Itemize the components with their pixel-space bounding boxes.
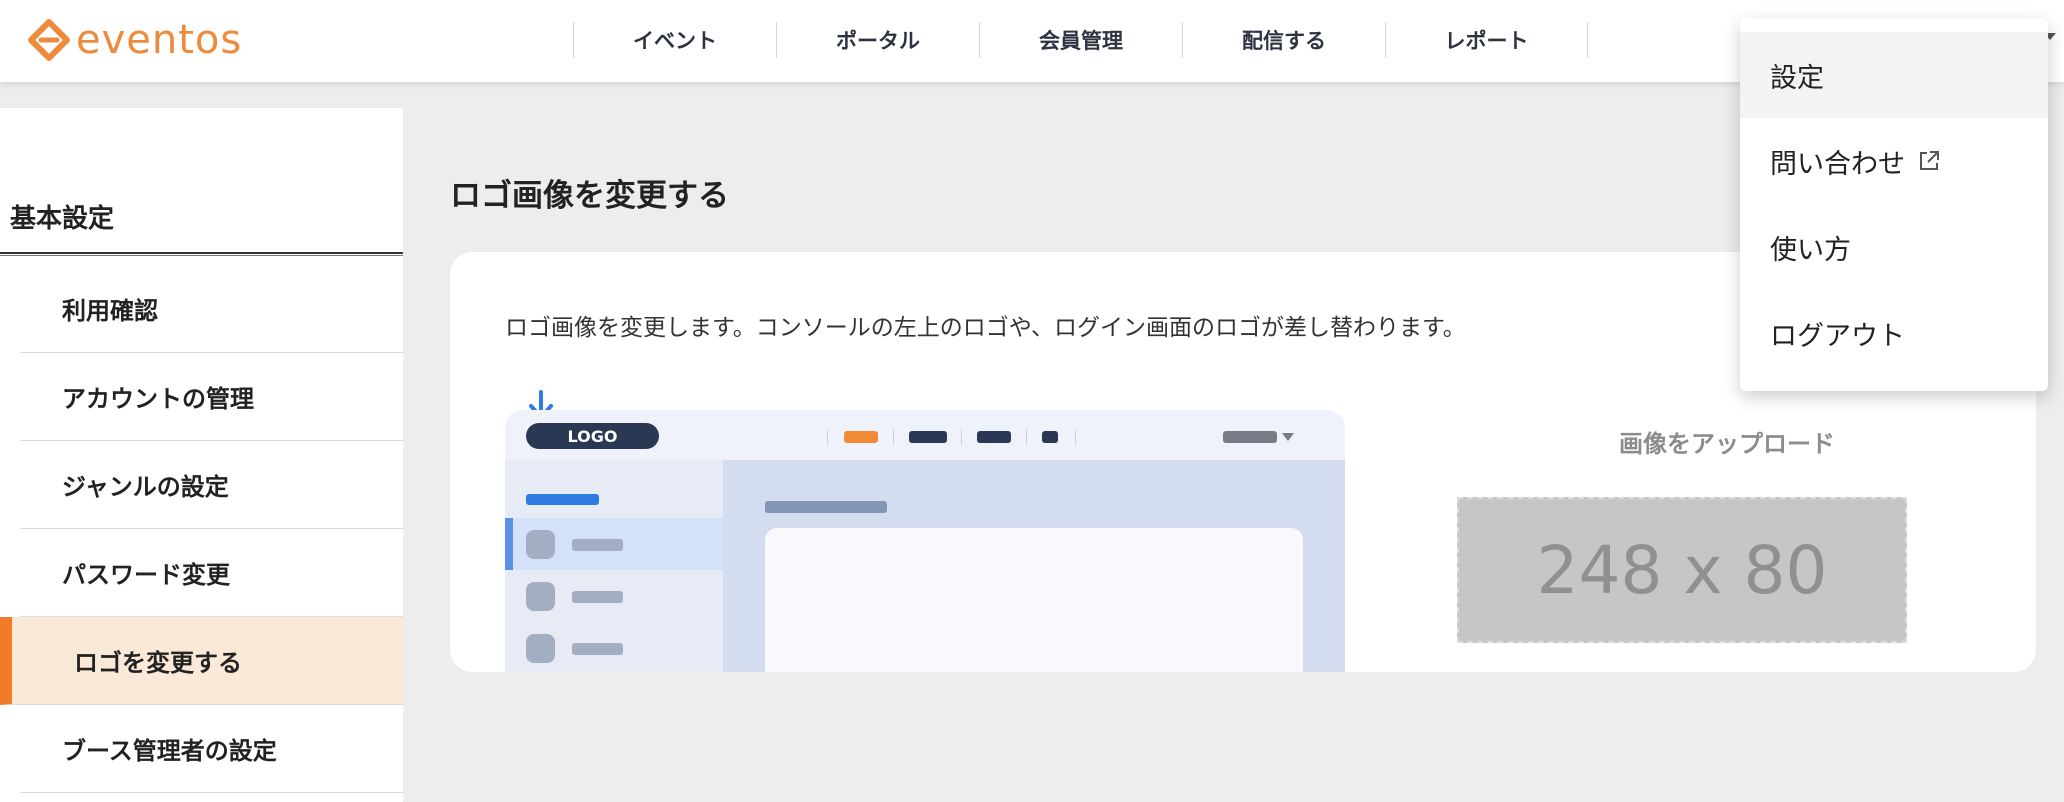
user-dropdown-menu: 設定 問い合わせ 使い方 ログアウト: [1740, 18, 2048, 391]
preview-divider: [1026, 429, 1027, 445]
preview-divider: [961, 429, 962, 445]
preview-sidebar-icon: [526, 530, 555, 559]
menu-item-logout[interactable]: ログアウト: [1740, 290, 2048, 376]
logo-description: ロゴ画像を変更します。コンソールの左上のロゴや、ログイン画面のロゴが差し替わりま…: [505, 315, 1466, 341]
preview-divider: [893, 429, 894, 445]
nav-item-broadcast[interactable]: 配信する: [1182, 22, 1385, 58]
sidebar-item-booth-admin[interactable]: ブース管理者の設定: [20, 705, 403, 793]
preview-caret-icon: [1282, 433, 1294, 441]
logo-upload-dropzone[interactable]: 248 x 80: [1457, 497, 1907, 643]
preview-content: [723, 460, 1345, 672]
menu-item-contact[interactable]: 問い合わせ: [1740, 118, 2048, 204]
external-link-icon: [1917, 149, 1941, 173]
preview-sidebar-text: [572, 539, 623, 551]
settings-sidebar: 基本設定 利用確認 アカウントの管理 ジャンルの設定 パスワード変更 ロゴを変更…: [0, 108, 403, 802]
menu-item-settings[interactable]: 設定: [1740, 32, 2048, 118]
preview-content-heading: [765, 501, 887, 513]
upload-label: 画像をアップロード: [1619, 430, 1835, 458]
sidebar-item-logo[interactable]: ロゴを変更する: [0, 617, 403, 705]
menu-item-label: 設定: [1770, 62, 1824, 94]
sidebar-item-genre[interactable]: ジャンルの設定: [20, 441, 403, 529]
menu-item-how-to-use[interactable]: 使い方: [1740, 204, 2048, 290]
sidebar-item-password[interactable]: パスワード変更: [20, 529, 403, 617]
preview-sidebar-text: [572, 643, 623, 655]
nav-item-report[interactable]: レポート: [1385, 22, 1588, 58]
preview-sidebar-text: [572, 591, 623, 603]
sidebar-title: 基本設定: [10, 204, 115, 234]
preview-user-bar: [1223, 431, 1277, 443]
preview-nav-bar: [909, 431, 947, 443]
menu-item-label: ログアウト: [1770, 320, 1905, 352]
preview-divider: [1075, 429, 1076, 445]
preview-divider: [827, 429, 828, 445]
preview-sidebar-icon: [526, 634, 555, 663]
menu-item-label: 使い方: [1770, 234, 1851, 266]
preview-logo-pill: LOGO: [526, 423, 659, 449]
preview-nav-bar: [977, 431, 1011, 443]
nav-item-events[interactable]: イベント: [573, 22, 776, 58]
preview-sidebar-icon: [526, 582, 555, 611]
preview-sidebar-heading: [526, 494, 599, 505]
nav-item-portal[interactable]: ポータル: [776, 22, 979, 58]
nav-item-members[interactable]: 会員管理: [979, 22, 1182, 58]
eventos-logo-icon: [28, 19, 70, 61]
preview-content-panel: [765, 528, 1303, 672]
sidebar-item-usage[interactable]: 利用確認: [20, 265, 403, 353]
sidebar-item-account[interactable]: アカウントの管理: [20, 353, 403, 441]
main-nav: イベント ポータル 会員管理 配信する レポート: [573, 22, 1588, 58]
console-preview-illustration: LOGO: [505, 410, 1345, 672]
preview-nav-bar: [1042, 431, 1058, 443]
brand-name: eventos: [76, 17, 243, 63]
page-title: ロゴ画像を変更する: [450, 178, 729, 214]
menu-item-label: 問い合わせ: [1770, 148, 1905, 180]
brand-logo[interactable]: eventos: [28, 16, 242, 64]
preview-sidebar-accent: [505, 518, 513, 570]
sidebar-divider: [0, 252, 403, 256]
preview-nav-bar: [844, 431, 878, 443]
